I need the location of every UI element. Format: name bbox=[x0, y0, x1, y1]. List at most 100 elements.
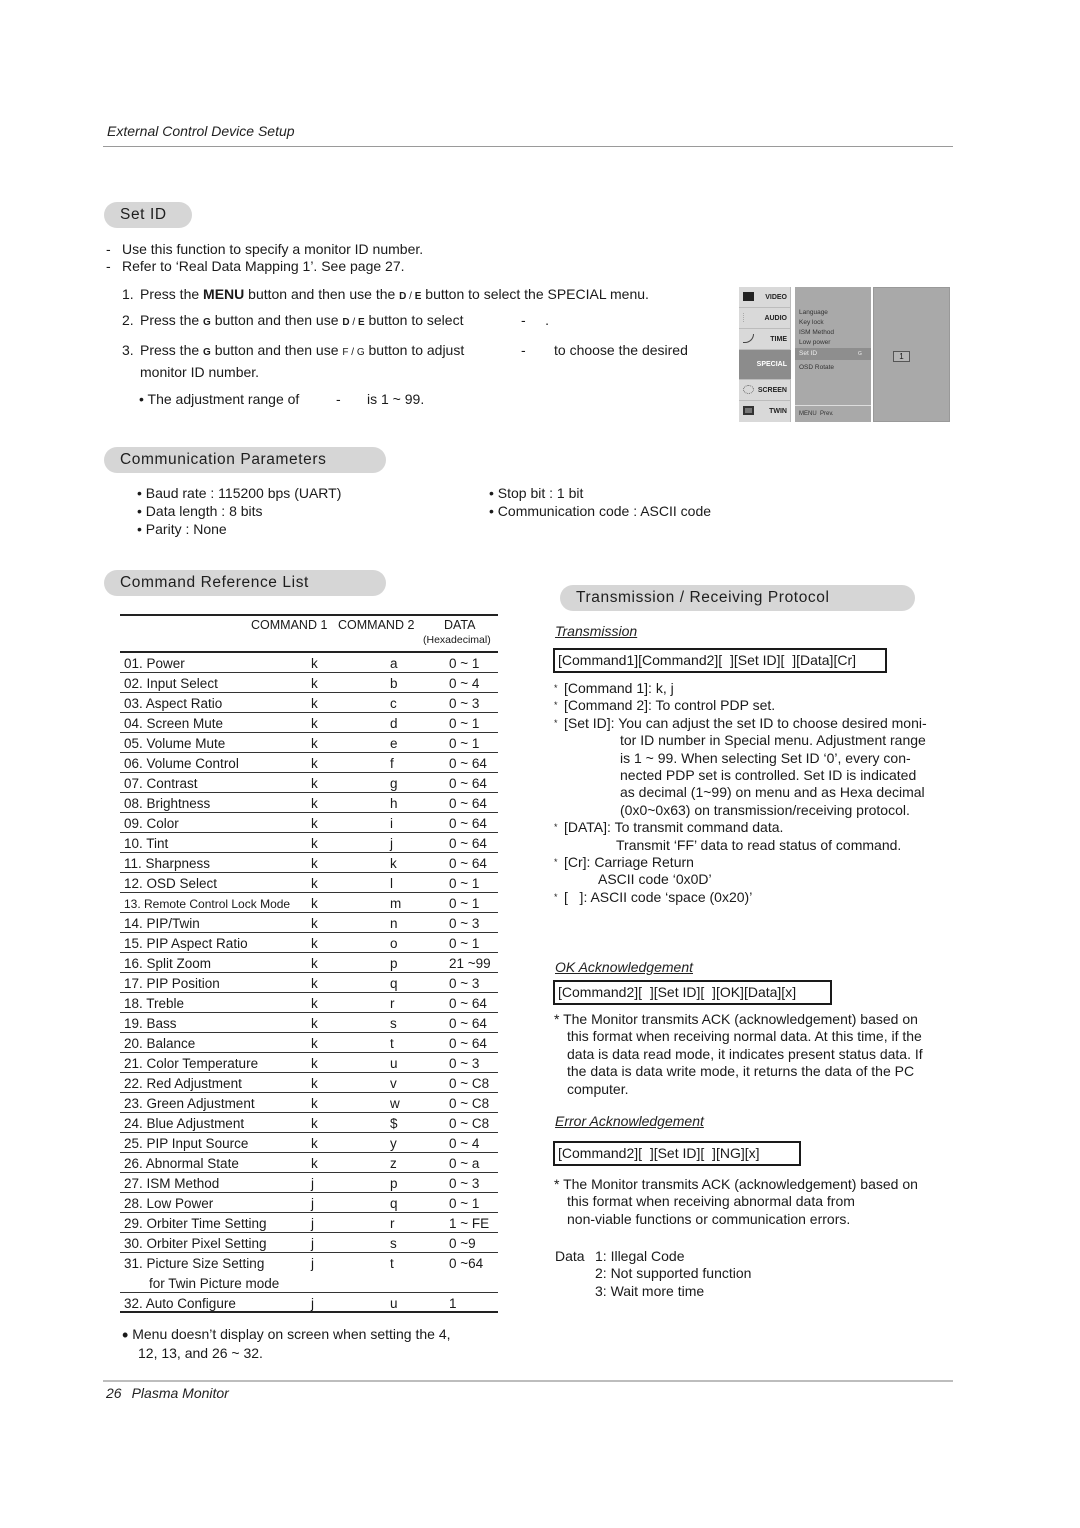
command2-value: l bbox=[390, 876, 393, 891]
data-range: 0 ~ 1 bbox=[449, 896, 480, 911]
error-ack-format-box: [Command2][ ][Set ID][ ][NG][x] bbox=[553, 1141, 801, 1166]
command1-value: k bbox=[311, 716, 318, 731]
osd-menu-key: MENU bbox=[799, 411, 817, 417]
asterisk-icon: * bbox=[554, 683, 558, 693]
note-text: Menu doesn’t display on screen when sett… bbox=[132, 1326, 451, 1342]
data-range: 0 ~ 1 bbox=[449, 656, 480, 671]
command-table: COMMAND 1 COMMAND 2 DATA (Hexadecimal) 0… bbox=[120, 614, 498, 1313]
error-codes: Data 1: Illegal Code 2: Not supported fun… bbox=[555, 1248, 751, 1300]
ok-ack-format-box: [Command2][ ][Set ID][ ][OK][Data][x] bbox=[553, 980, 832, 1005]
data-range: 0 ~ 3 bbox=[449, 916, 480, 931]
twin-icon bbox=[743, 406, 754, 415]
footer-rule bbox=[103, 1380, 953, 1382]
data-range: 0 ~ 1 bbox=[449, 936, 480, 951]
step-3-tail: to choose the desired bbox=[554, 342, 688, 358]
command-name: 21. Color Temperature bbox=[124, 1056, 259, 1071]
table-row: 02. Input Select k b 0 ~ 4 bbox=[120, 673, 498, 693]
data-range: 0 ~ 3 bbox=[449, 696, 480, 711]
command2-value: m bbox=[390, 896, 402, 911]
command-name: 14. PIP/Twin bbox=[124, 916, 200, 931]
command-name: 07. Contrast bbox=[124, 776, 198, 791]
table-row: 23. Green Adjustment k w 0 ~ C8 bbox=[120, 1093, 498, 1113]
error-code: 2: Not supported function bbox=[595, 1265, 752, 1282]
table-row: 05. Volume Mute k e 0 ~ 1 bbox=[120, 733, 498, 753]
video-icon bbox=[743, 292, 754, 301]
step-number: 1. bbox=[122, 286, 134, 302]
osd-selected-label: Set ID bbox=[799, 350, 818, 357]
step-text: button and then use bbox=[210, 342, 343, 358]
data-range: 0 ~9 bbox=[449, 1236, 476, 1251]
osd-tab-label: TWIN bbox=[769, 408, 787, 415]
command1-value: k bbox=[311, 1116, 318, 1131]
command-name: 11. Sharpness bbox=[124, 856, 211, 871]
command2-value: d bbox=[390, 716, 398, 731]
command1-value: k bbox=[311, 696, 318, 711]
data-range: 0 ~ C8 bbox=[449, 1076, 490, 1091]
note-line: data is data read mode, it indicates pre… bbox=[567, 1045, 923, 1062]
command2-value: q bbox=[390, 1196, 398, 1211]
step-3-line-2: monitor ID number. bbox=[140, 364, 260, 380]
command-name: 16. Split Zoom bbox=[124, 956, 212, 971]
command-name: 13. Remote Control Lock Mode bbox=[124, 897, 291, 911]
osd-item: ISM Method bbox=[799, 329, 835, 336]
command-name-continued: for Twin Picture mode bbox=[149, 1276, 280, 1291]
osd-tab-label: VIDEO bbox=[765, 293, 787, 301]
param-item: • Data length : 8 bits bbox=[137, 503, 263, 519]
note-line: (0x0~0x63) on transmission/receiving pro… bbox=[620, 801, 910, 818]
osd-tab-column: VIDEO AUDIO TIME SPECIAL SCREEN TWIN bbox=[739, 287, 791, 422]
command2-value: y bbox=[390, 1136, 397, 1151]
command1-value: k bbox=[311, 676, 318, 691]
up-arrow-key-icon: D bbox=[342, 317, 350, 328]
data-range: 1 bbox=[449, 1296, 457, 1311]
adjustment-range-value: is 1 ~ 99. bbox=[367, 391, 425, 407]
command-name: 10. Tint bbox=[124, 836, 169, 851]
data-range: 0 ~ 64 bbox=[449, 856, 487, 871]
command-name: 01. Power bbox=[124, 656, 185, 671]
command1-value: k bbox=[311, 876, 318, 891]
data-range: 0 ~ 64 bbox=[449, 836, 487, 851]
command-name: 29. Orbiter Time Setting bbox=[124, 1216, 267, 1231]
step-text: Press the bbox=[140, 286, 204, 302]
table-row: 01. Power k a 0 ~ 1 bbox=[120, 653, 498, 673]
param-item: • Communication code : ASCII code bbox=[489, 503, 712, 519]
data-range: 0 ~ a bbox=[449, 1156, 480, 1171]
table-row: 30. Orbiter Pixel Setting j s 0 ~9 bbox=[120, 1233, 498, 1253]
command1-value: k bbox=[311, 796, 318, 811]
osd-tab-twin: TWIN bbox=[739, 401, 791, 422]
audio-icon bbox=[743, 313, 754, 322]
table-row: 19. Bass k s 0 ~ 64 bbox=[120, 1013, 498, 1033]
command2-value: a bbox=[390, 656, 398, 671]
command1-value: k bbox=[311, 976, 318, 991]
command-name: 12. OSD Select bbox=[124, 876, 218, 891]
asterisk-icon: * bbox=[554, 822, 558, 833]
note-line: nected PDP set is controlled. Set ID is … bbox=[620, 767, 917, 784]
command1-value: k bbox=[311, 776, 318, 791]
command1-value: k bbox=[311, 1156, 318, 1171]
osd-item-list: Language Key lock ISM Method Low power S… bbox=[795, 287, 871, 422]
step-2-tail: - . bbox=[521, 312, 549, 328]
command2-value: s bbox=[390, 1016, 397, 1031]
ok-ack-heading: OK Acknowledgement bbox=[555, 959, 693, 975]
table-row: 24. Blue Adjustment k $0 ~ C8 bbox=[120, 1113, 498, 1133]
data-range: 0 ~64 bbox=[449, 1256, 484, 1271]
right-arrow-key-icon: G bbox=[356, 347, 365, 358]
command2-value: r bbox=[390, 996, 395, 1011]
command-name: 08. Brightness bbox=[124, 796, 211, 811]
command-name: 09. Color bbox=[124, 816, 179, 831]
data-range: 0 ~ 1 bbox=[449, 716, 480, 731]
table-row: 09. Color k i 0 ~ 64 bbox=[120, 813, 498, 833]
table-row: 12. OSD Select k l 0 ~ 1 bbox=[120, 873, 498, 893]
separator: / bbox=[406, 291, 415, 302]
data-range: 0 ~ 3 bbox=[449, 1056, 480, 1071]
osd-tab-video: VIDEO bbox=[739, 287, 791, 308]
command1-value: k bbox=[311, 656, 318, 671]
command2-value: w bbox=[390, 1096, 400, 1111]
table-row: 21. Color Temperature k u 0 ~ 3 bbox=[120, 1053, 498, 1073]
bullet-text: Use this function to specify a monitor I… bbox=[122, 241, 424, 257]
table-row: 20. Balance k t 0 ~ 64 bbox=[120, 1033, 498, 1053]
bullet-icon: • bbox=[122, 1325, 129, 1345]
step-text: button to select the SPECIAL menu. bbox=[421, 286, 649, 302]
note-line: as decimal (1~99) on menu and as Hexa de… bbox=[620, 784, 925, 801]
command-name: 03. Aspect Ratio bbox=[124, 696, 223, 711]
right-arrow-key-icon: G bbox=[203, 317, 211, 328]
